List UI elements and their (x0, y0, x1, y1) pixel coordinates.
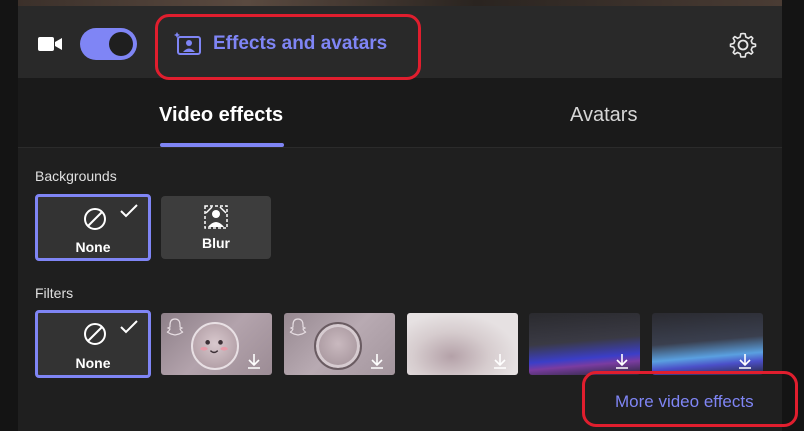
camera-toggle[interactable] (80, 28, 137, 60)
cute-face-graphic (200, 340, 228, 354)
tab-avatars[interactable]: Avatars (570, 104, 637, 127)
gear-icon[interactable] (729, 31, 757, 59)
toggle-knob (109, 32, 133, 56)
active-tab-indicator (160, 143, 284, 147)
filter-none-option[interactable]: None (35, 310, 151, 378)
window-edge-right (782, 0, 804, 431)
download-icon (248, 354, 260, 369)
tab-bar: Video effects Avatars (18, 78, 782, 148)
effects-avatar-icon (174, 32, 201, 55)
filter-thumbnail-snap-circle[interactable] (284, 313, 395, 375)
backgrounds-heading: Backgrounds (35, 168, 117, 184)
filter-thumbnail-pastel[interactable] (407, 313, 518, 375)
snapchat-ghost-icon (289, 318, 307, 336)
none-circle-slash-icon (84, 208, 106, 230)
filter-thumbnail-purple-wave[interactable] (529, 313, 640, 375)
check-icon (120, 204, 138, 218)
background-none-option[interactable]: None (35, 194, 151, 261)
none-circle-slash-icon (84, 323, 106, 345)
filter-thumbnail-blue-wave[interactable] (652, 313, 763, 375)
window-edge-left (0, 0, 18, 431)
effects-and-avatars-label: Effects and avatars (213, 33, 388, 54)
background-blur-label: Blur (202, 235, 230, 251)
snapchat-ghost-icon (166, 318, 184, 336)
download-icon (739, 354, 751, 369)
download-icon (616, 354, 628, 369)
toolbar: Effects and avatars (18, 6, 782, 78)
effects-and-avatars-button[interactable]: Effects and avatars (173, 28, 387, 60)
background-none-label: None (75, 239, 111, 255)
more-video-effects-link[interactable]: More video effects (615, 392, 754, 412)
tab-video-effects[interactable]: Video effects (159, 104, 283, 127)
filters-heading: Filters (35, 285, 74, 301)
blur-icon (204, 205, 228, 229)
check-icon (120, 320, 138, 334)
download-icon (371, 354, 383, 369)
effects-panel: Effects and avatars Video effects Avatar… (18, 6, 782, 431)
filter-thumbnail-snap-face[interactable] (161, 313, 272, 375)
video-camera-icon[interactable] (37, 34, 63, 54)
download-icon (494, 354, 506, 369)
circle-filter-preview (314, 322, 362, 370)
face-filter-preview (191, 322, 239, 370)
filter-none-label: None (75, 355, 111, 371)
background-blur-option[interactable]: Blur (161, 196, 271, 259)
